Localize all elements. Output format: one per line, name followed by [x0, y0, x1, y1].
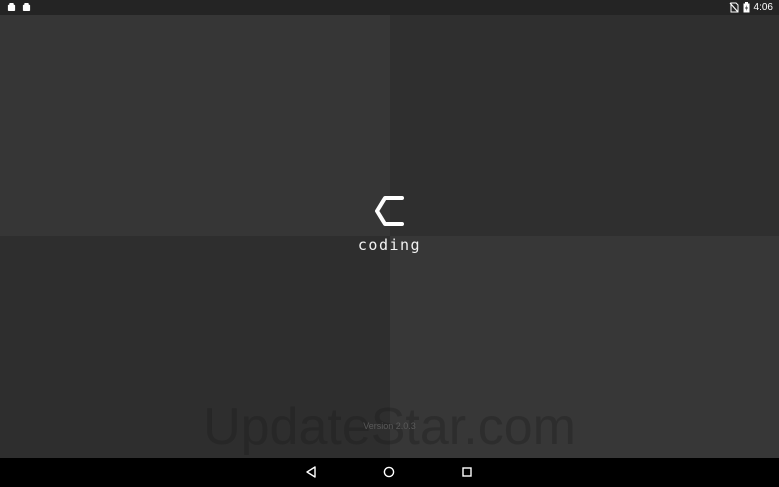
status-bar: 4:06 — [0, 0, 779, 15]
back-button[interactable] — [303, 464, 319, 480]
recents-square-icon — [462, 467, 472, 477]
android-notification-icon — [7, 2, 16, 12]
status-notifications — [7, 2, 31, 12]
recents-button[interactable] — [459, 464, 475, 480]
no-sim-icon — [729, 2, 739, 13]
background-panel-top-left — [0, 15, 390, 236]
splash-screen: 4:06 coding UpdateStar.com Version 2.0.3 — [0, 0, 779, 487]
c-logo-icon — [375, 196, 404, 226]
battery-charging-icon — [743, 2, 750, 13]
app-name: coding — [357, 236, 422, 254]
home-button[interactable] — [381, 464, 397, 480]
status-time: 4:06 — [753, 2, 773, 13]
background-panel-top-right — [390, 15, 779, 236]
navigation-bar — [0, 458, 779, 487]
home-circle-icon — [383, 466, 395, 478]
version-label: Version 2.0.3 — [363, 421, 416, 431]
android-notification-icon — [22, 2, 31, 12]
back-triangle-icon — [306, 466, 316, 478]
status-system-icons: 4:06 — [729, 1, 773, 14]
